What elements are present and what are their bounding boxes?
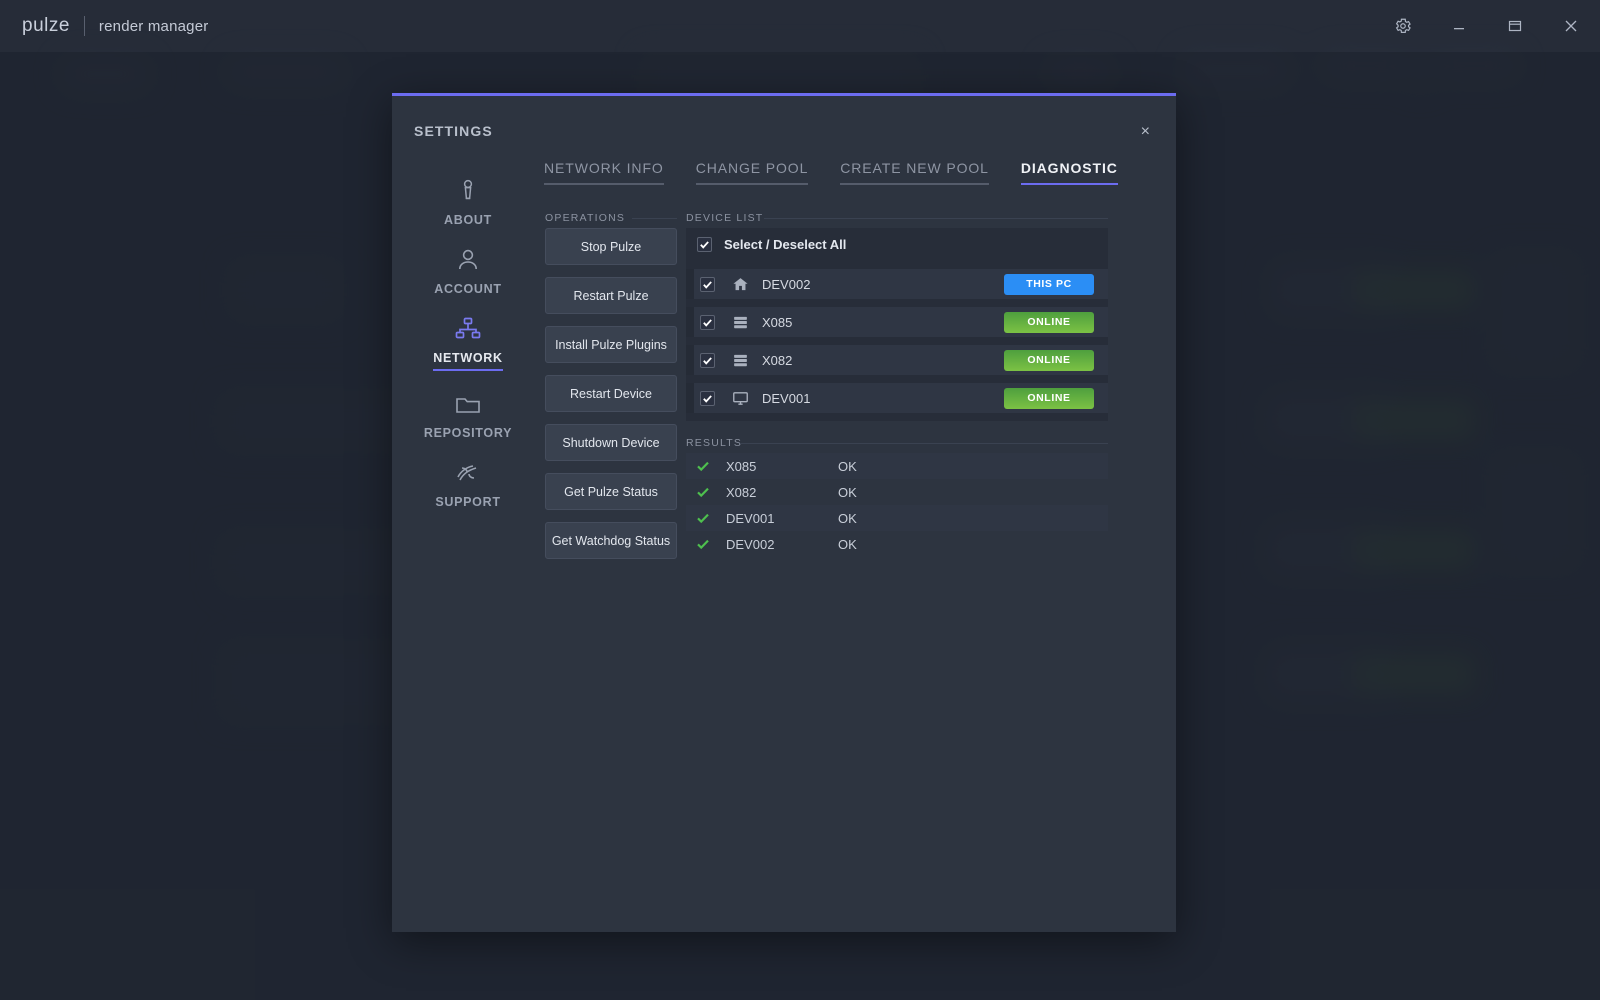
sidebar-item-label: ABOUT	[444, 213, 492, 227]
list-item: DEV001 OK	[686, 505, 1108, 531]
operations-list: Stop Pulze Restart Pulze Install Pulze P…	[545, 228, 677, 559]
check-icon	[696, 459, 714, 473]
server-icon	[729, 352, 751, 369]
table-row[interactable]: X082 ONLINE	[686, 345, 1108, 375]
device-name: X082	[762, 352, 793, 368]
result-device-name: DEV002	[726, 536, 775, 552]
restore-icon	[1507, 18, 1523, 34]
settings-tabs: NETWORK INFO CHANGE POOL CREATE NEW POOL…	[544, 160, 1118, 185]
install-pulze-plugins-button[interactable]: Install Pulze Plugins	[545, 326, 677, 363]
select-all-row[interactable]: Select / Deselect All	[686, 228, 1108, 261]
stop-pulze-button[interactable]: Stop Pulze	[545, 228, 677, 265]
support-icon	[453, 456, 483, 486]
restart-device-button[interactable]: Restart Device	[545, 375, 677, 412]
result-status: OK	[838, 484, 857, 500]
list-item: X085 OK	[686, 453, 1108, 479]
tab-create-new-pool[interactable]: CREATE NEW POOL	[840, 160, 989, 185]
monitor-icon	[729, 390, 751, 407]
settings-dialog: SETTINGS × ABOUT ACCOUNT NETWORK REPOSIT…	[392, 93, 1176, 932]
page-title: SETTINGS	[414, 123, 493, 139]
device-list-panel: Select / Deselect All DEV002 THIS PC X08…	[686, 228, 1108, 421]
user-icon	[455, 243, 481, 273]
brand-divider	[83, 16, 85, 36]
row-gutter	[686, 383, 694, 413]
folder-icon	[454, 387, 482, 417]
row-gutter	[686, 269, 694, 299]
device-list-section-label: DEVICE LIST	[686, 212, 764, 224]
settings-sidebar: ABOUT ACCOUNT NETWORK REPOSITORY SUPPORT	[402, 164, 534, 515]
restart-pulze-button[interactable]: Restart Pulze	[545, 277, 677, 314]
result-status: OK	[838, 458, 857, 474]
minimize-icon	[1451, 18, 1467, 34]
result-device-name: X082	[726, 484, 757, 500]
restore-button[interactable]	[1504, 15, 1526, 37]
row-gutter	[686, 345, 694, 375]
results-section-label: RESULTS	[686, 437, 743, 449]
gear-icon	[1394, 17, 1412, 35]
table-row[interactable]: DEV002 THIS PC	[686, 269, 1108, 299]
brand-name: pulze	[22, 15, 70, 36]
title-bar: pulze render manager	[0, 0, 1600, 52]
status-badge: ONLINE	[1004, 349, 1094, 371]
results-section-rule	[740, 443, 1108, 444]
sidebar-item-repository[interactable]: REPOSITORY	[402, 377, 534, 446]
close-icon	[1563, 18, 1579, 34]
info-icon	[456, 174, 480, 204]
result-device-name: X085	[726, 458, 757, 474]
select-all-checkbox[interactable]	[697, 237, 712, 252]
minimize-button[interactable]	[1448, 15, 1470, 37]
dialog-close-button[interactable]: ×	[1141, 124, 1150, 140]
status-badge: THIS PC	[1004, 273, 1094, 295]
check-icon	[696, 511, 714, 525]
device-name: DEV001	[762, 390, 811, 406]
table-row[interactable]: X085 ONLINE	[686, 307, 1108, 337]
result-status: OK	[838, 536, 857, 552]
operations-section-rule	[632, 218, 677, 219]
sidebar-item-label: SUPPORT	[435, 495, 501, 509]
device-list-section-rule	[764, 218, 1108, 219]
status-badge: ONLINE	[1004, 311, 1094, 333]
tab-network-info[interactable]: NETWORK INFO	[544, 160, 664, 185]
sidebar-item-label: NETWORK	[433, 351, 503, 371]
tab-diagnostic[interactable]: DIAGNOSTIC	[1020, 160, 1118, 185]
device-name: DEV002	[762, 276, 811, 292]
result-device-name: DEV001	[726, 510, 775, 526]
window-controls	[1392, 0, 1582, 52]
get-watchdog-status-button[interactable]: Get Watchdog Status	[545, 522, 677, 559]
results-list: X085 OK X082 OK DEV001 OK DEV002 OK	[686, 453, 1108, 557]
get-pulze-status-button[interactable]: Get Pulze Status	[545, 473, 677, 510]
row-gutter	[686, 307, 694, 337]
product-name: render manager	[98, 17, 209, 35]
sidebar-item-network[interactable]: NETWORK	[402, 302, 534, 377]
sidebar-item-label: ACCOUNT	[434, 282, 502, 296]
list-item: X082 OK	[686, 479, 1108, 505]
sidebar-item-label: REPOSITORY	[423, 426, 513, 440]
tab-change-pool[interactable]: CHANGE POOL	[695, 160, 809, 185]
server-icon	[729, 314, 751, 331]
settings-gear-button[interactable]	[1392, 15, 1414, 37]
device-checkbox[interactable]	[700, 276, 715, 292]
shutdown-device-button[interactable]: Shutdown Device	[545, 424, 677, 461]
network-tree-icon	[454, 312, 482, 342]
sidebar-item-about[interactable]: ABOUT	[402, 164, 534, 233]
device-name: X085	[762, 314, 793, 330]
operations-section-label: OPERATIONS	[545, 212, 626, 224]
status-badge: ONLINE	[1004, 387, 1094, 409]
result-status: OK	[838, 510, 857, 526]
home-icon	[729, 276, 751, 293]
sidebar-item-support[interactable]: SUPPORT	[402, 446, 534, 515]
device-checkbox[interactable]	[700, 314, 715, 330]
app-logo: pulze render manager	[22, 15, 208, 37]
select-all-label: Select / Deselect All	[724, 237, 847, 252]
table-row[interactable]: DEV001 ONLINE	[686, 383, 1108, 413]
check-icon	[696, 485, 714, 499]
sidebar-item-account[interactable]: ACCOUNT	[402, 233, 534, 302]
check-icon	[696, 537, 714, 551]
device-checkbox[interactable]	[700, 352, 715, 368]
app-window: pulze render manager SETTINGS × ABOUT AC…	[0, 0, 1600, 1000]
device-checkbox[interactable]	[700, 390, 715, 406]
close-button[interactable]	[1560, 15, 1582, 37]
list-item: DEV002 OK	[686, 531, 1108, 557]
